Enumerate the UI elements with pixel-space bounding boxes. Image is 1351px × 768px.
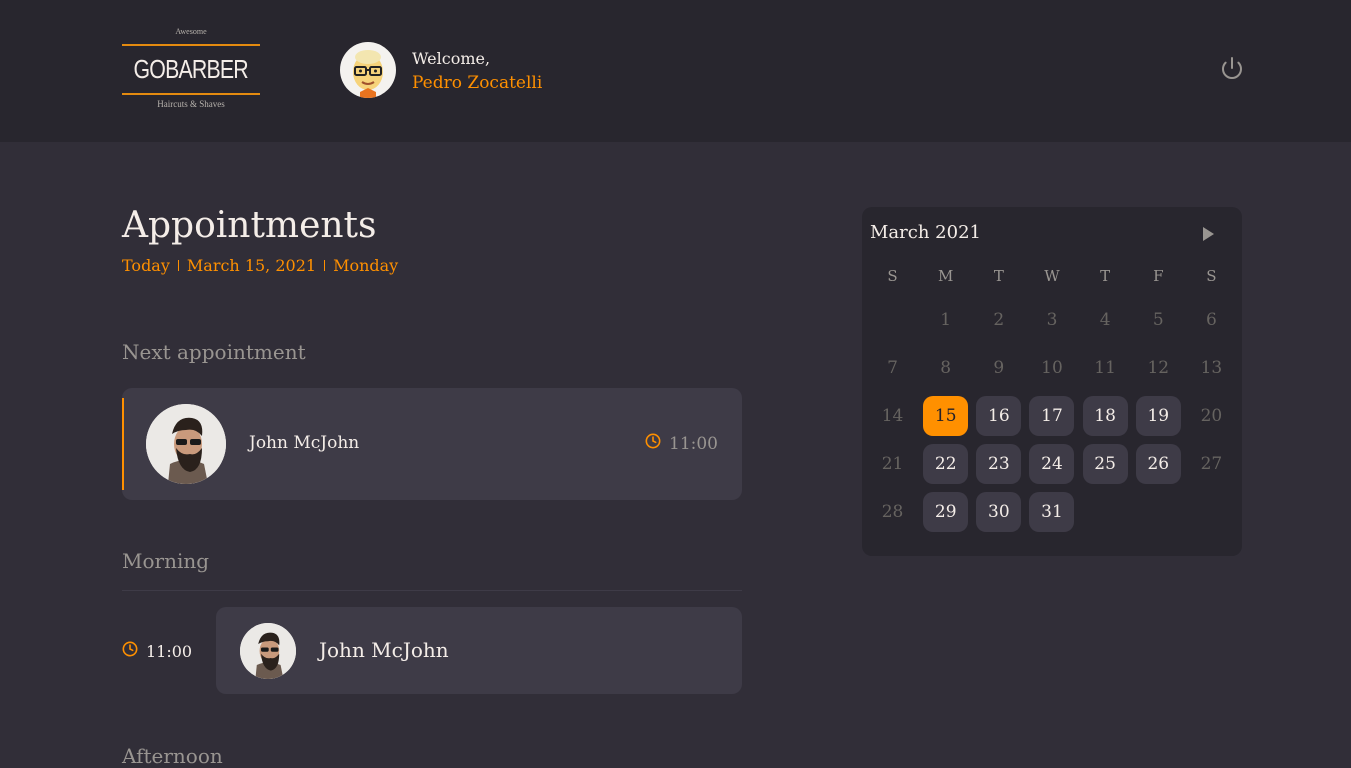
accent-bar bbox=[122, 398, 124, 490]
weekday-label: T bbox=[993, 267, 1004, 285]
calendar-day-23[interactable]: 23 bbox=[976, 444, 1022, 484]
appointment-time: 11:00 bbox=[645, 433, 718, 454]
welcome-label: Welcome, bbox=[412, 49, 491, 68]
next-appointment-card[interactable]: John McJohn 11:00 bbox=[122, 388, 742, 500]
calendar-day-16[interactable]: 16 bbox=[976, 396, 1022, 436]
calendar-day-8: 8 bbox=[940, 358, 952, 378]
current-weekday: Monday bbox=[333, 256, 399, 275]
calendar-day-21: 21 bbox=[881, 454, 904, 474]
gobarber-logo[interactable]: Awesome GOBARBER Haircuts & Shaves bbox=[122, 26, 260, 114]
client-name: John McJohn bbox=[319, 638, 449, 662]
calendar-day-29[interactable]: 29 bbox=[923, 492, 969, 532]
welcome-block: Welcome, Pedro Zocatelli bbox=[412, 47, 542, 95]
weekday-label: F bbox=[1153, 267, 1164, 285]
app-header: Awesome GOBARBER Haircuts & Shaves Welco… bbox=[0, 0, 1351, 142]
calendar-day-2: 2 bbox=[993, 310, 1005, 330]
calendar-day-22[interactable]: 22 bbox=[923, 444, 969, 484]
calendar-day-1: 1 bbox=[940, 310, 952, 330]
client-name: John McJohn bbox=[249, 433, 360, 453]
logo-tagline-bottom: Haircuts & Shaves bbox=[157, 99, 225, 109]
calendar-days-grid: 1 2 3 4 5 6 7 8 9 10 11 12 13 14 15 16 17 18 19 20 21 22 23 24 2… bbox=[866, 300, 1238, 540]
power-icon[interactable] bbox=[1220, 56, 1244, 80]
clock-icon bbox=[645, 433, 661, 454]
user-avatar[interactable] bbox=[340, 42, 396, 98]
appointment-time: 11:00 bbox=[122, 641, 192, 661]
today-label: Today bbox=[122, 256, 170, 275]
calendar-day-25[interactable]: 25 bbox=[1082, 444, 1128, 484]
calendar-day-5: 5 bbox=[1152, 310, 1164, 330]
logo-title: GOBARBER bbox=[133, 54, 249, 84]
calendar-blank bbox=[866, 300, 919, 348]
morning-divider bbox=[122, 590, 742, 591]
calendar-day-11: 11 bbox=[1094, 358, 1116, 378]
calendar-day-9: 9 bbox=[993, 358, 1005, 378]
weekday-label: S bbox=[1206, 267, 1217, 285]
weekday-label: M bbox=[938, 267, 954, 285]
calendar-weekdays: SMTWTFS bbox=[866, 267, 1238, 285]
calendar-day-24[interactable]: 24 bbox=[1029, 444, 1075, 484]
calendar-day-26[interactable]: 26 bbox=[1135, 444, 1181, 484]
calendar-day-17[interactable]: 17 bbox=[1029, 396, 1075, 436]
appointment-time-text: 11:00 bbox=[146, 641, 193, 661]
calendar: March 2021 SMTWTFS 1 2 3 4 5 6 7 8 9 10 11 12 13 14 15… bbox=[862, 207, 1242, 556]
calendar-day-10: 10 bbox=[1041, 358, 1063, 378]
appointment-card[interactable]: John McJohn bbox=[216, 607, 742, 694]
logo-wordmark-box: GOBARBER bbox=[122, 44, 260, 95]
date-row: Today March 15, 2021 Monday bbox=[122, 256, 398, 275]
calendar-day-31[interactable]: 31 bbox=[1029, 492, 1075, 532]
weekday-label: S bbox=[887, 267, 898, 285]
page-title: Appointments bbox=[122, 205, 377, 246]
calendar-day-15[interactable]: 15 bbox=[923, 396, 969, 436]
triangle-right-icon[interactable] bbox=[1200, 225, 1216, 243]
calendar-day-19[interactable]: 19 bbox=[1135, 396, 1181, 436]
calendar-day-13: 13 bbox=[1200, 358, 1223, 378]
calendar-day-7: 7 bbox=[887, 358, 898, 378]
morning-heading: Morning bbox=[122, 549, 210, 573]
user-name-link[interactable]: Pedro Zocatelli bbox=[412, 71, 542, 95]
calendar-day-28: 28 bbox=[881, 502, 904, 522]
next-appointment-heading: Next appointment bbox=[122, 340, 306, 364]
client-avatar bbox=[240, 623, 296, 679]
afternoon-heading: Afternoon bbox=[122, 744, 223, 768]
current-date: March 15, 2021 bbox=[186, 256, 317, 275]
calendar-day-4: 4 bbox=[1099, 310, 1111, 330]
calendar-month-caption: March 2021 bbox=[870, 222, 981, 243]
calendar-day-3: 3 bbox=[1046, 310, 1058, 330]
weekday-label: W bbox=[1044, 267, 1060, 285]
calendar-day-14: 14 bbox=[881, 406, 904, 426]
date-separator bbox=[177, 260, 179, 271]
appointment-time-text: 11:00 bbox=[669, 433, 718, 454]
date-separator bbox=[324, 260, 326, 271]
calendar-day-12: 12 bbox=[1147, 358, 1170, 378]
calendar-day-6: 6 bbox=[1205, 310, 1217, 330]
weekday-label: T bbox=[1100, 267, 1111, 285]
clock-icon bbox=[122, 641, 138, 661]
calendar-day-18[interactable]: 18 bbox=[1082, 396, 1128, 436]
logo-tagline-top: Awesome bbox=[175, 27, 207, 36]
calendar-day-27: 27 bbox=[1200, 454, 1223, 474]
client-avatar bbox=[146, 404, 226, 484]
calendar-day-30[interactable]: 30 bbox=[976, 492, 1022, 532]
calendar-day-20: 20 bbox=[1200, 406, 1223, 426]
